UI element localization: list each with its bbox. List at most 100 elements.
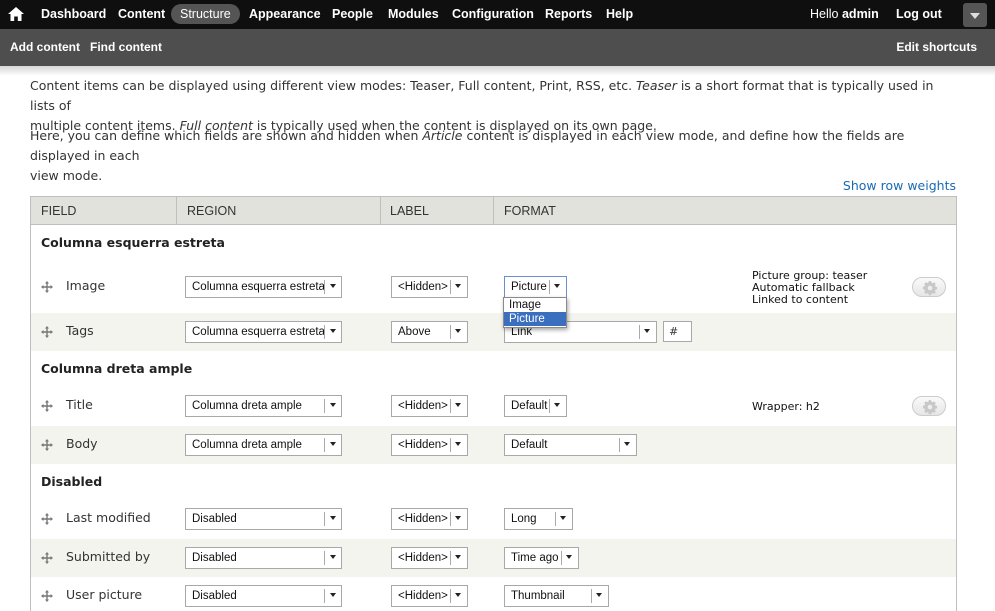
table-header: FIELD REGION LABEL FORMAT [31, 197, 956, 225]
username[interactable]: admin [842, 7, 879, 21]
chevron-down-icon [330, 403, 336, 407]
header-label: LABEL [390, 204, 429, 218]
menu-modules[interactable]: Modules [388, 0, 439, 29]
chevron-down-icon [330, 442, 336, 446]
home-icon[interactable] [8, 7, 24, 21]
menu-content[interactable]: Content [118, 0, 165, 29]
menu-structure[interactable]: Structure [171, 4, 240, 24]
table-row: Title Columna dreta ample <Hidden> Defau… [31, 387, 956, 425]
region-select[interactable]: Columna dreta ample [185, 434, 342, 456]
field-name: User picture [66, 587, 143, 602]
table-row: Submitted by Disabled <Hidden> Time ago [31, 539, 956, 577]
header-shadow [0, 66, 995, 76]
table-row: Image Columna esquerra estreta <Hidden> … [31, 268, 956, 306]
chevron-down-icon [330, 329, 336, 333]
field-name: Title [66, 397, 93, 412]
region-select[interactable]: Disabled [185, 585, 342, 607]
desc-text: Content items can be displayed using dif… [30, 78, 637, 93]
region-select[interactable]: Disabled [185, 508, 342, 530]
menu-configuration[interactable]: Configuration [452, 0, 534, 29]
region-title: Columna esquerra estreta [41, 235, 225, 250]
region-title: Disabled [41, 474, 103, 489]
hello-label: Hello [810, 7, 839, 21]
desc-teaser: Teaser [636, 78, 677, 93]
chevron-down-icon [455, 516, 461, 520]
dropdown-option-image[interactable]: Image [504, 298, 566, 312]
dropdown-option-picture[interactable]: Picture [504, 312, 566, 326]
chevron-down-icon [455, 442, 461, 446]
drag-handle-icon[interactable] [41, 590, 53, 602]
drag-handle-icon[interactable] [41, 326, 53, 338]
shortcut-add-content[interactable]: Add content [10, 40, 80, 54]
drag-handle-icon[interactable] [41, 439, 53, 451]
chevron-down-icon [455, 329, 461, 333]
drag-handle-icon[interactable] [41, 400, 53, 412]
fields-table: FIELD REGION LABEL FORMAT Columna esquer… [30, 196, 957, 611]
header-divider [493, 197, 494, 225]
chevron-down-icon [644, 329, 650, 333]
gear-icon [923, 281, 937, 296]
toolbar-toggle-button[interactable] [963, 3, 987, 27]
drag-handle-icon[interactable] [41, 281, 53, 293]
menu-help[interactable]: Help [606, 0, 633, 29]
region-title: Columna dreta ample [41, 361, 193, 376]
settings-button[interactable] [912, 396, 946, 416]
field-name: Submitted by [66, 549, 151, 564]
menu-reports[interactable]: Reports [545, 0, 592, 29]
format-select[interactable]: Default [504, 434, 637, 456]
chevron-down-icon [554, 284, 560, 288]
chevron-down-icon [624, 442, 630, 446]
field-name: Image [66, 278, 106, 293]
header-format: FORMAT [504, 204, 556, 218]
desc-article: Article [422, 128, 463, 143]
menu-people[interactable]: People [332, 0, 373, 29]
chevron-down-icon [330, 284, 336, 288]
show-row-weights-link[interactable]: Show row weights [843, 178, 956, 193]
settings-button[interactable] [912, 277, 946, 297]
format-dropdown-list: Image Picture [503, 297, 567, 328]
region-select[interactable]: Disabled [185, 547, 342, 569]
gear-icon [923, 400, 937, 415]
chevron-down-icon [455, 284, 461, 288]
table-row: Body Columna dreta ample <Hidden> Defaul… [31, 426, 956, 464]
shortcuts-bar: Add content Find content Edit shortcuts [0, 29, 995, 66]
region-select[interactable]: Columna esquerra estreta [185, 276, 342, 298]
hello-user[interactable]: Hello admin [810, 0, 879, 29]
field-name: Last modified [66, 510, 151, 525]
menu-dashboard[interactable]: Dashboard [41, 0, 106, 29]
header-divider [380, 197, 381, 225]
summary-line: Linked to content [752, 293, 849, 306]
chevron-down-icon [554, 403, 560, 407]
chevron-down-icon [330, 516, 336, 520]
chevron-down-icon [566, 555, 572, 559]
region-select[interactable]: Columna dreta ample [185, 395, 342, 417]
menu-appearance[interactable]: Appearance [249, 0, 321, 29]
format-summary: Picture group: teaser Automatic fallback… [752, 270, 867, 306]
table-row: Last modified Disabled <Hidden> Long [31, 500, 956, 538]
drag-handle-icon[interactable] [41, 513, 53, 525]
table-row: Tags Columna esquerra estreta Above Link… [31, 313, 956, 351]
chevron-down-icon [455, 403, 461, 407]
table-row: User picture Disabled <Hidden> Thumbnail [31, 577, 956, 611]
desc-text: view mode. [30, 168, 103, 183]
format-select[interactable]: Thumbnail [504, 585, 609, 607]
header-divider [176, 197, 177, 225]
shortcut-find-content[interactable]: Find content [90, 40, 162, 54]
link-anchor-input[interactable]: # [663, 321, 692, 342]
chevron-down-icon [596, 593, 602, 597]
logout-link[interactable]: Log out [896, 0, 942, 29]
chevron-down-icon [455, 555, 461, 559]
chevron-down-icon [455, 593, 461, 597]
summary-line: Wrapper: h2 [752, 400, 820, 413]
chevron-down-icon [330, 555, 336, 559]
format-summary: Wrapper: h2 [752, 401, 820, 413]
edit-shortcuts-link[interactable]: Edit shortcuts [896, 40, 977, 54]
region-select[interactable]: Columna esquerra estreta [185, 321, 342, 343]
header-region: REGION [187, 204, 237, 218]
desc-text: Here, you can define which fields are sh… [30, 128, 423, 143]
drag-handle-icon[interactable] [41, 552, 53, 564]
field-name: Tags [66, 323, 94, 338]
header-field: FIELD [41, 204, 77, 218]
field-name: Body [66, 436, 98, 451]
admin-toolbar: Dashboard Content Structure Appearance P… [0, 0, 995, 29]
